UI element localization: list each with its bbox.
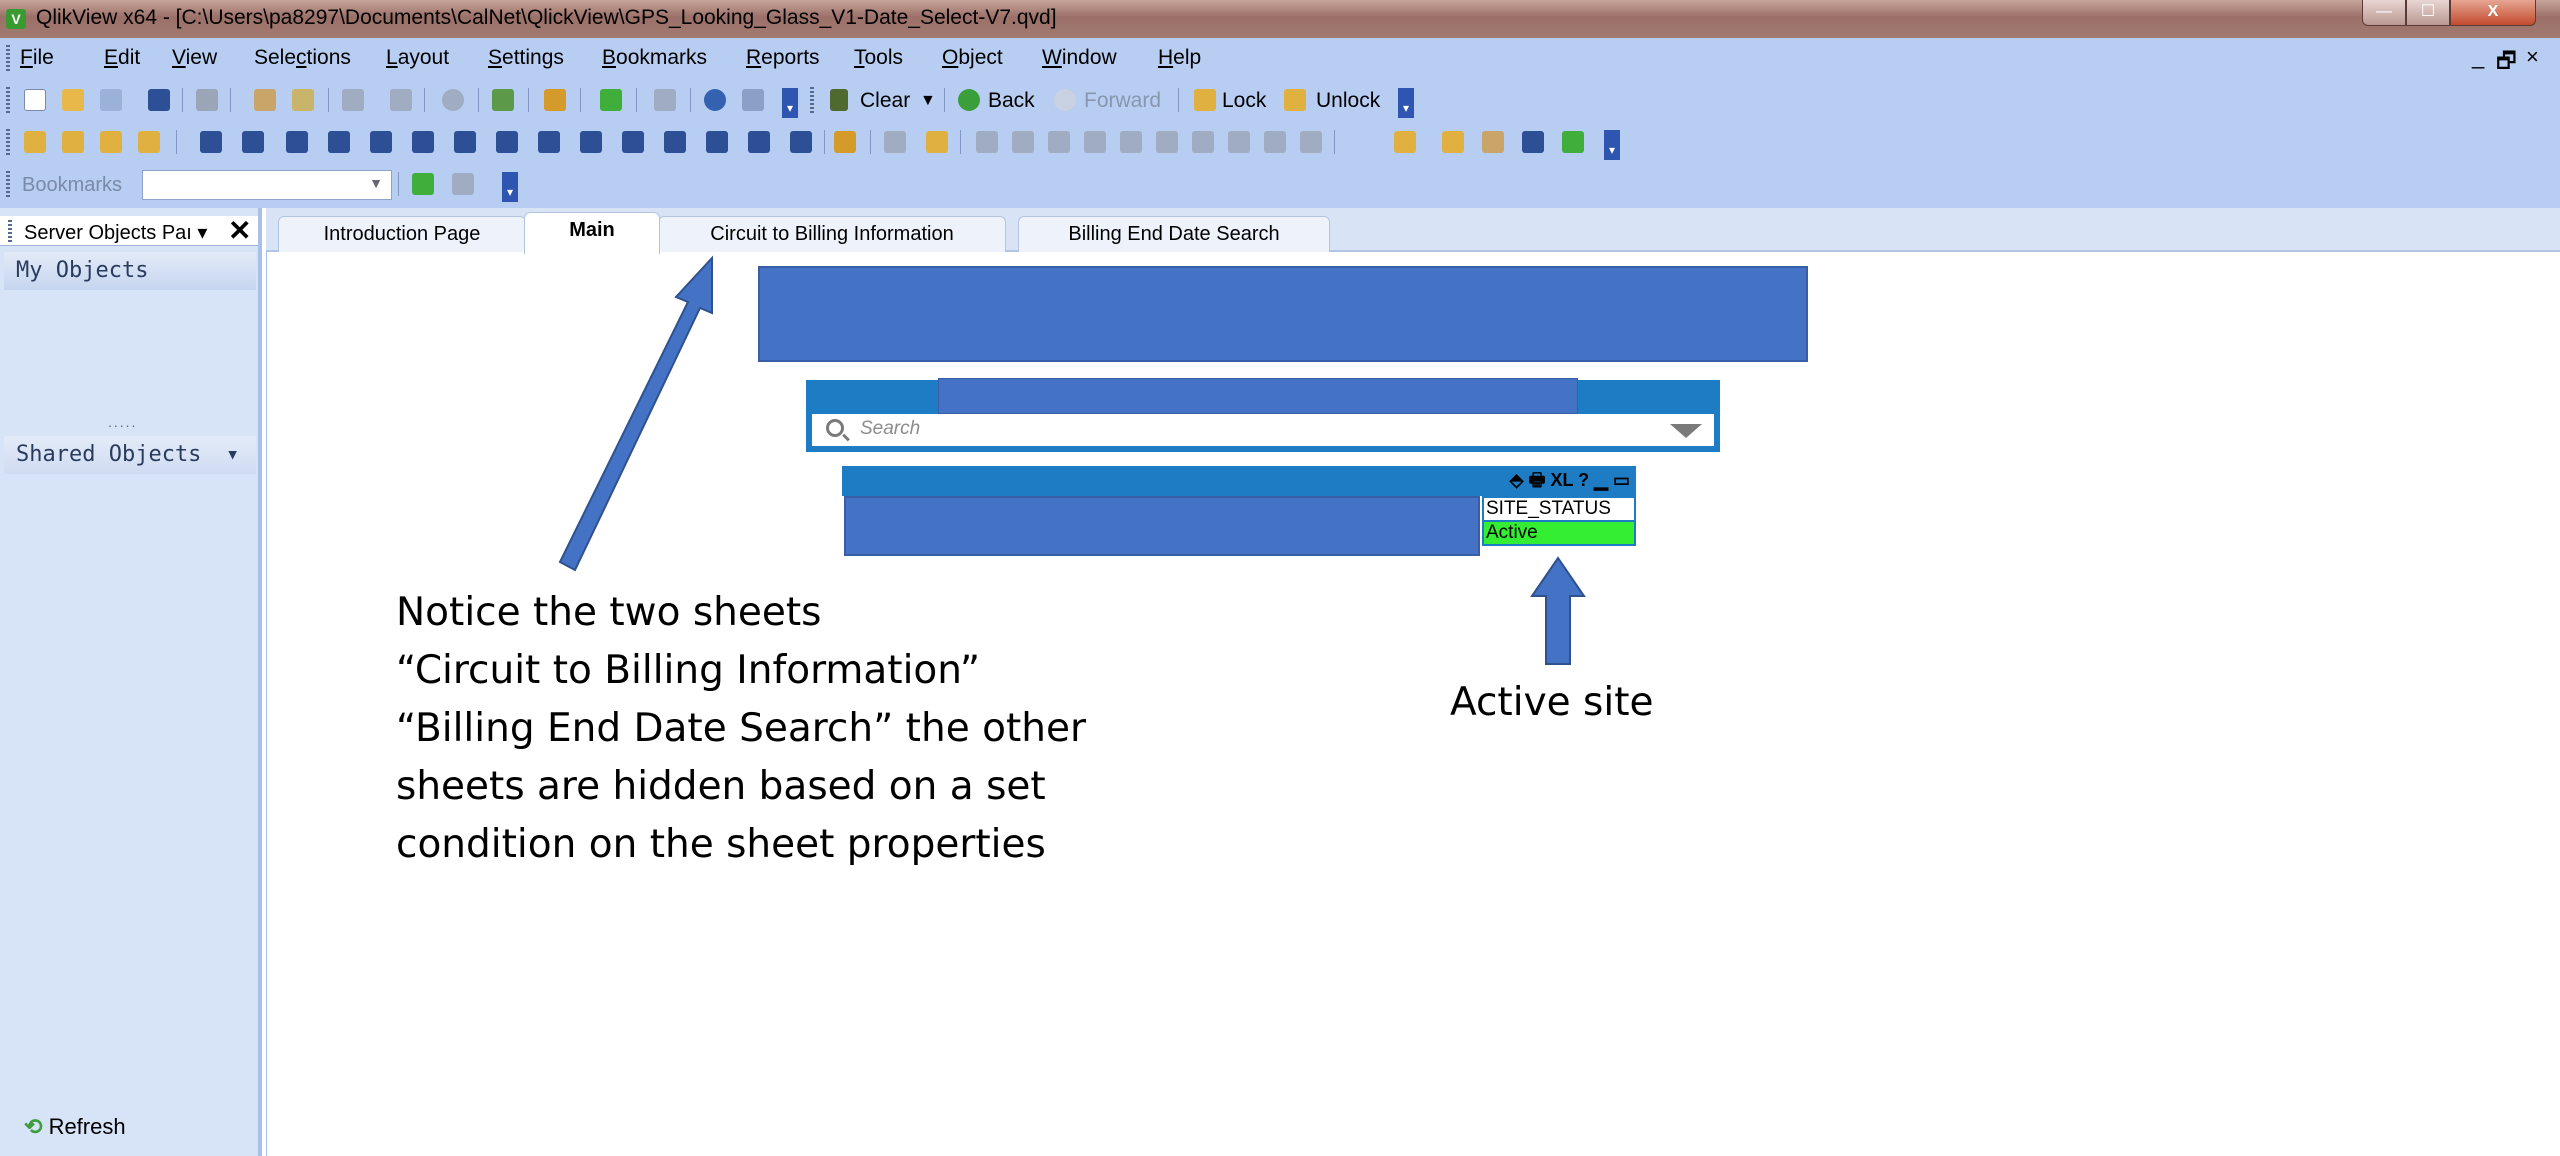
annotation-line: condition on the sheet properties — [396, 822, 1046, 867]
tab-main[interactable]: Main — [524, 212, 660, 254]
annotation-line: Notice the two sheets — [396, 590, 822, 635]
sheets-annotation: Notice the two sheets “Circuit to Billin… — [396, 584, 1086, 874]
annotation-line: sheets are hidden based on a set — [396, 764, 1046, 809]
annotation-line: “Billing End Date Search” the other — [396, 706, 1086, 751]
annotation-line: “Circuit to Billing Information” — [396, 648, 981, 693]
active-site-annotation: Active site — [1450, 680, 1654, 725]
arrow-to-tabs — [558, 255, 713, 572]
annotation-arrows — [558, 255, 1586, 665]
arrow-to-active-site — [1530, 556, 1586, 665]
